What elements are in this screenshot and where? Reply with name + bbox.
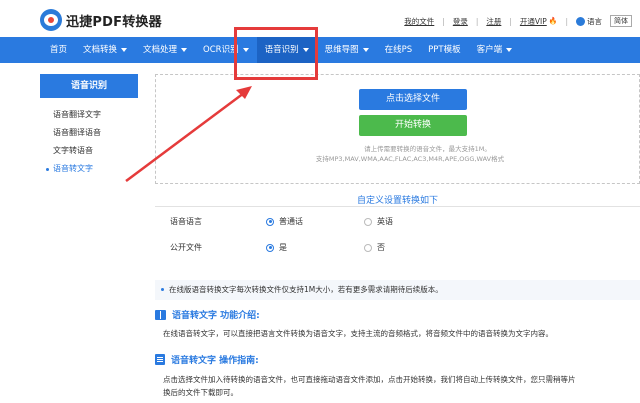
sidebar-item-speech-translate-speech[interactable]: 语音翻译语音 bbox=[40, 124, 138, 142]
separator: | bbox=[475, 16, 479, 26]
caret-down-icon bbox=[506, 48, 513, 52]
nav-label: 客户端 bbox=[476, 45, 503, 55]
guide-text-line1: 点击选择文件加入待转换的语音文件，也可直接拖动语音文件添加，点击开始转换，我们将… bbox=[163, 375, 576, 384]
upload-hint: 请上传需要转换的语音文件，最大支持1M。 bbox=[364, 145, 491, 153]
radio-public-yes[interactable]: 是 bbox=[266, 242, 287, 253]
separator: | bbox=[509, 16, 512, 26]
book-icon bbox=[155, 309, 166, 320]
public-file-label: 公开文件 bbox=[170, 243, 202, 252]
nav-label: 语音识别 bbox=[264, 45, 299, 55]
guide-title: 语音转文字 操作指南: bbox=[171, 356, 259, 366]
radio-label: 否 bbox=[377, 243, 385, 252]
settings-title: 自定义设置转换如下 bbox=[356, 196, 438, 206]
caret-down-icon bbox=[362, 48, 369, 52]
separator: | bbox=[442, 16, 445, 26]
intro-title: 语音转文字 功能介绍: bbox=[172, 311, 260, 321]
nav-online-ps[interactable]: 在线PS bbox=[377, 37, 421, 63]
caret-down-icon bbox=[181, 48, 188, 52]
separator: | bbox=[565, 16, 568, 26]
app-logo-icon[interactable] bbox=[40, 9, 62, 31]
intro-text: 在线语音转文字，可以直接把语言文件转换为语音文字，支持主流的音频格式，将音频文件… bbox=[163, 329, 553, 338]
guide-heading: 语音转文字 操作指南: bbox=[155, 353, 259, 366]
nav-label: 文档转换 bbox=[83, 45, 118, 55]
sidebar-item-speech-translate-text[interactable]: 语音翻译文字 bbox=[40, 106, 138, 124]
radio-english[interactable]: 英语 bbox=[364, 216, 393, 227]
vip-hot-icon: 🔥 bbox=[548, 17, 558, 25]
caret-down-icon bbox=[121, 48, 128, 52]
nav-label: PPT模板 bbox=[428, 45, 461, 55]
nav-label: 文档处理 bbox=[143, 45, 178, 55]
sidebar-list: 语音翻译文字 语音翻译语音 文字转语音 语音转文字 bbox=[40, 106, 138, 178]
my-files-link[interactable]: 我的文件 bbox=[404, 16, 434, 27]
register-link[interactable]: 注册 bbox=[486, 16, 501, 27]
intro-heading: 语音转文字 功能介绍: bbox=[155, 308, 260, 321]
sidebar: 语音识别 语音翻译文字 语音翻译语音 文字转语音 语音转文字 bbox=[40, 74, 138, 178]
select-file-button[interactable]: 点击选择文件 bbox=[359, 89, 467, 110]
nav-label: 思维导图 bbox=[324, 45, 359, 55]
language-selector[interactable]: 语言 bbox=[576, 16, 602, 27]
supported-formats: 支持MP3,MAV,WMA,AAC,FLAC,AC3,M4R,APE,OGG,W… bbox=[315, 155, 505, 163]
sidebar-item-speech-to-text[interactable]: 语音转文字 bbox=[40, 160, 138, 178]
header: 迅捷PDF转换器 我的文件 | 登录 | 注册 | 开通VIP 🔥 | 语言 简… bbox=[0, 0, 640, 36]
radio-label: 普通话 bbox=[279, 217, 303, 226]
document-icon bbox=[155, 354, 165, 365]
app-title[interactable]: 迅捷PDF转换器 bbox=[66, 11, 162, 30]
size-notice: 在线版语音转换文字每次转换文件仅支持1M大小，若有更多需求请期待后续版本。 bbox=[155, 280, 640, 300]
language-label: 语音语言 bbox=[170, 217, 202, 226]
guide-text-line2: 换后的文件下载即可。 bbox=[163, 388, 238, 397]
nav-ocr[interactable]: OCR识别 bbox=[195, 37, 257, 63]
language-label: 语言 bbox=[587, 16, 602, 26]
main-nav: 首页 文档转换 文档处理 OCR识别 语音识别 思维导图 在线PS PPT模板 … bbox=[0, 37, 640, 63]
caret-down-icon bbox=[302, 48, 309, 52]
divider bbox=[155, 206, 640, 207]
sidebar-item-text-to-speech[interactable]: 文字转语音 bbox=[40, 142, 138, 160]
radio-label: 是 bbox=[279, 243, 287, 252]
nav-speech-recognition[interactable]: 语音识别 bbox=[256, 37, 317, 63]
top-links: 我的文件 | 登录 | 注册 | 开通VIP 🔥 | 语言 简体 bbox=[404, 15, 632, 27]
radio-label: 英语 bbox=[377, 217, 393, 226]
nav-mindmap[interactable]: 思维导图 bbox=[317, 37, 377, 63]
radio-checked-icon bbox=[266, 243, 274, 252]
radio-unchecked-icon bbox=[364, 217, 372, 226]
sidebar-title: 语音识别 bbox=[40, 74, 138, 98]
nav-label: 首页 bbox=[50, 45, 68, 55]
nav-ppt-template[interactable]: PPT模板 bbox=[420, 37, 468, 63]
login-link[interactable]: 登录 bbox=[453, 16, 468, 27]
language-dropdown[interactable]: 简体 bbox=[610, 15, 632, 27]
radio-mandarin[interactable]: 普通话 bbox=[266, 216, 303, 227]
start-convert-button[interactable]: 开始转换 bbox=[359, 115, 467, 136]
radio-public-no[interactable]: 否 bbox=[364, 242, 385, 253]
upload-dropzone[interactable]: 点击选择文件 开始转换 请上传需要转换的语音文件，最大支持1M。 支持MP3,M… bbox=[155, 74, 640, 184]
nav-home[interactable]: 首页 bbox=[42, 37, 75, 63]
nav-client[interactable]: 客户端 bbox=[469, 37, 521, 63]
caret-down-icon bbox=[242, 48, 249, 52]
nav-label: 在线PS bbox=[384, 45, 413, 55]
radio-checked-icon bbox=[266, 217, 274, 226]
open-vip-link[interactable]: 开通VIP bbox=[520, 16, 547, 27]
globe-icon bbox=[576, 17, 585, 26]
nav-doc-process[interactable]: 文档处理 bbox=[135, 37, 195, 63]
nav-label: OCR识别 bbox=[203, 45, 239, 55]
radio-unchecked-icon bbox=[364, 243, 372, 252]
nav-doc-convert[interactable]: 文档转换 bbox=[75, 37, 135, 63]
